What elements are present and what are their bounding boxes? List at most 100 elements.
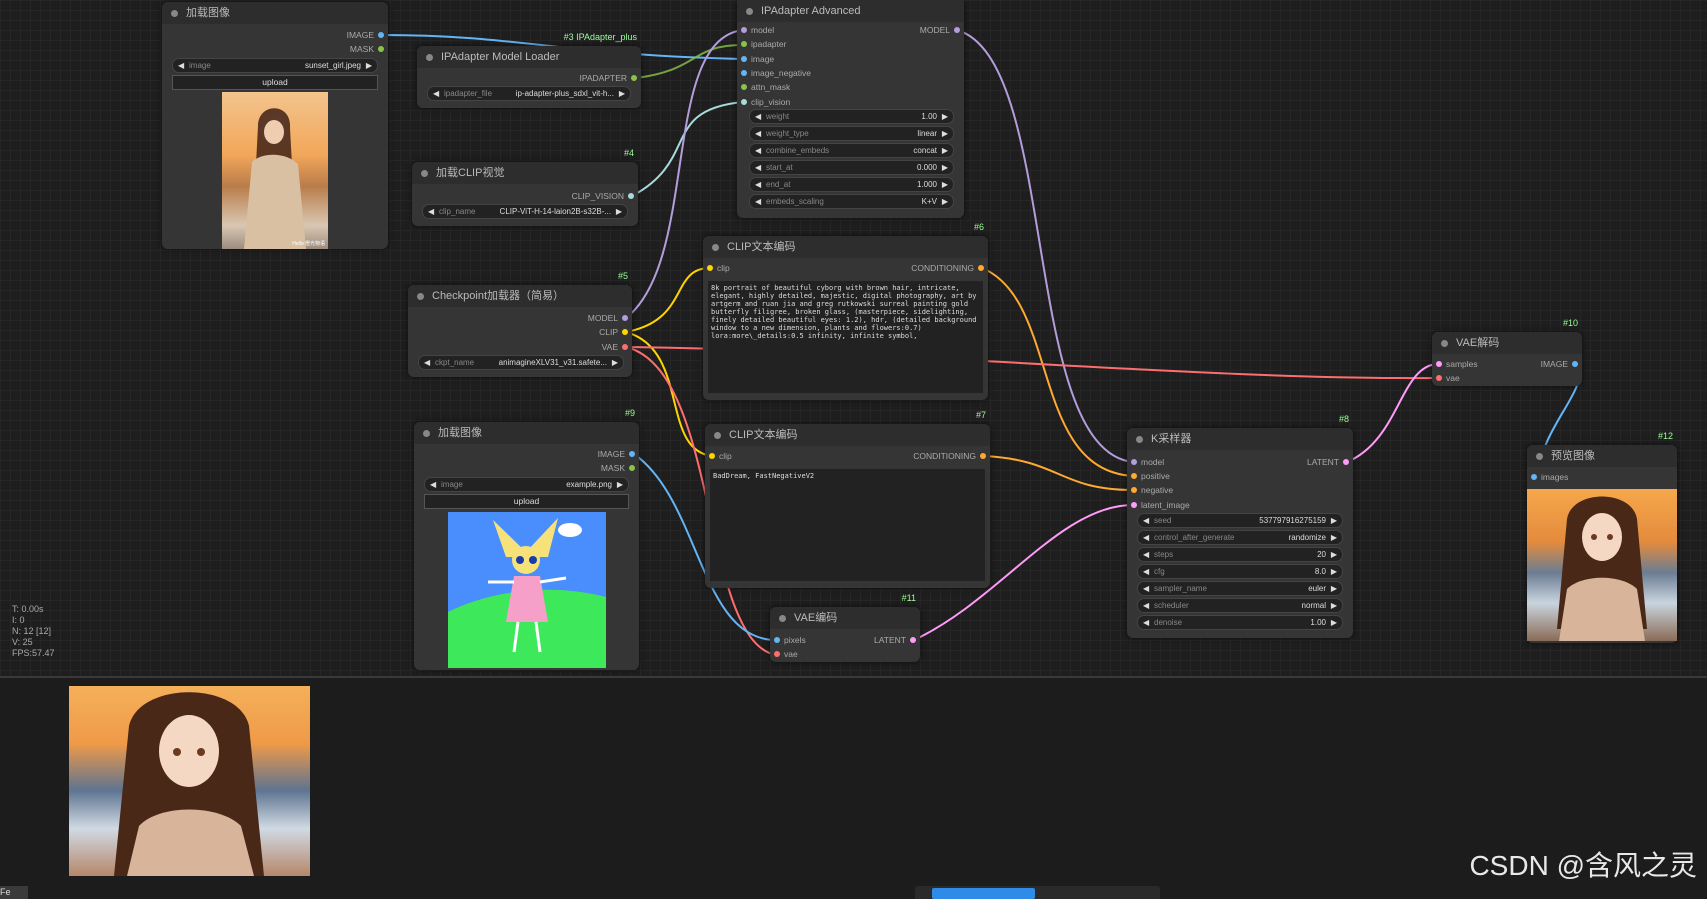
slot-dot-icon[interactable] [378, 32, 384, 38]
arrow-left-icon[interactable]: ◀ [428, 205, 434, 218]
arrow-right-icon[interactable]: ▶ [617, 478, 623, 491]
load-image-node-2[interactable]: #9 加载图像 IMAGE MASK ◀ image example.png ▶ up… [414, 408, 639, 670]
node-graph-canvas[interactable]: 加载图像 IMAGE MASK ◀ image sunset_girl.jpeg ▶ … [0, 0, 1707, 676]
input-vae[interactable]: vae [770, 648, 798, 660]
clip-text-encode-positive-node[interactable]: #6 CLIP文本编码 clip CONDITIONING 8k portrai… [703, 222, 988, 400]
arrow-left-icon[interactable]: ◀ [1143, 531, 1149, 544]
slot-dot-icon[interactable] [1131, 473, 1137, 479]
collapse-dot-icon[interactable] [421, 170, 428, 177]
slot-dot-icon[interactable] [378, 46, 384, 52]
output-clip-vision[interactable]: CLIP_VISION [572, 190, 638, 202]
control-after-generate-widget[interactable]: ◀ control_after_generate randomize ▶ [1137, 530, 1343, 545]
input-model[interactable]: model [737, 24, 774, 36]
slot-dot-icon[interactable] [1531, 474, 1537, 480]
output-mask[interactable]: MASK [601, 462, 639, 474]
arrow-right-icon[interactable]: ▶ [942, 144, 948, 157]
ipadapter-advanced-node[interactable]: IPAdapter Advanced model ipadapter image… [737, 0, 964, 218]
arrow-left-icon[interactable]: ◀ [1143, 548, 1149, 561]
node-title[interactable]: VAE解码 [1432, 332, 1582, 354]
node-title[interactable]: K采样器 [1127, 428, 1353, 450]
slot-dot-icon[interactable] [741, 99, 747, 105]
slot-dot-icon[interactable] [774, 651, 780, 657]
embeds-scaling-widget[interactable]: ◀ embeds_scaling K+V ▶ [749, 194, 954, 209]
ipadapter-model-loader-node[interactable]: #3 IPAdapter_plus IPAdapter Model Loader… [417, 32, 641, 108]
node-title[interactable]: 加载CLIP视觉 [412, 162, 638, 184]
arrow-right-icon[interactable]: ▶ [1331, 548, 1337, 561]
slot-dot-icon[interactable] [741, 27, 747, 33]
collapse-dot-icon[interactable] [426, 54, 433, 61]
node-title[interactable]: 加载图像 [414, 422, 639, 444]
arrow-left-icon[interactable]: ◀ [1143, 616, 1149, 629]
prompt-textarea[interactable]: BadDream, FastNegativeV2 [710, 469, 985, 581]
input-clip-vision[interactable]: clip_vision [737, 96, 790, 108]
cfg-widget[interactable]: ◀ cfg 8.0 ▶ [1137, 564, 1343, 579]
input-attn-mask[interactable]: attn_mask [737, 81, 790, 93]
slot-dot-icon[interactable] [741, 41, 747, 47]
slot-dot-icon[interactable] [741, 70, 747, 76]
image-combo[interactable]: ◀ image example.png ▶ [424, 477, 629, 492]
arrow-right-icon[interactable]: ▶ [942, 110, 948, 123]
queue-bar[interactable] [915, 886, 1160, 899]
arrow-left-icon[interactable]: ◀ [178, 59, 184, 72]
slot-dot-icon[interactable] [978, 265, 984, 271]
input-clip[interactable]: clip [705, 450, 732, 462]
collapse-dot-icon[interactable] [1136, 436, 1143, 443]
arrow-left-icon[interactable]: ◀ [755, 195, 761, 208]
arrow-left-icon[interactable]: ◀ [424, 356, 430, 369]
input-positive[interactable]: positive [1127, 470, 1170, 482]
arrow-left-icon[interactable]: ◀ [1143, 565, 1149, 578]
upload-button[interactable]: upload [424, 494, 629, 509]
upload-button[interactable]: upload [172, 75, 378, 90]
slot-dot-icon[interactable] [709, 453, 715, 459]
arrow-right-icon[interactable]: ▶ [942, 161, 948, 174]
arrow-right-icon[interactable]: ▶ [619, 87, 625, 100]
start-at-widget[interactable]: ◀ start_at 0.000 ▶ [749, 160, 954, 175]
preview-image-node[interactable]: #12 预览图像 images [1527, 431, 1677, 643]
input-image[interactable]: image [737, 53, 774, 65]
image-combo[interactable]: ◀ image sunset_girl.jpeg ▶ [172, 58, 378, 73]
arrow-right-icon[interactable]: ▶ [1331, 616, 1337, 629]
output-mask[interactable]: MASK [350, 43, 388, 55]
input-model[interactable]: model [1127, 456, 1164, 468]
slot-dot-icon[interactable] [628, 193, 634, 199]
slot-dot-icon[interactable] [1131, 459, 1137, 465]
node-title[interactable]: IPAdapter Advanced [737, 0, 964, 22]
input-image-negative[interactable]: image_negative [737, 67, 811, 79]
collapse-dot-icon[interactable] [746, 8, 753, 15]
input-vae[interactable]: vae [1432, 372, 1460, 384]
output-conditioning[interactable]: CONDITIONING [913, 450, 990, 462]
arrow-right-icon[interactable]: ▶ [1331, 565, 1337, 578]
ckpt-name-combo[interactable]: ◀ ckpt_name animagineXLV31_v31.safete... ▶ [418, 355, 624, 370]
prompt-textarea[interactable]: 8k portrait of beautiful cyborg with bro… [708, 281, 983, 393]
arrow-right-icon[interactable]: ▶ [1331, 599, 1337, 612]
vae-encode-node[interactable]: #11 VAE编码 pixels vae LATENT [770, 593, 920, 662]
collapse-dot-icon[interactable] [1441, 340, 1448, 347]
output-image[interactable]: IMAGE [347, 29, 388, 41]
arrow-left-icon[interactable]: ◀ [430, 478, 436, 491]
weight-type-widget[interactable]: ◀ weight_type linear ▶ [749, 126, 954, 141]
input-clip[interactable]: clip [703, 262, 730, 274]
node-title[interactable]: VAE编码 [770, 607, 920, 629]
node-title[interactable]: IPAdapter Model Loader [417, 46, 641, 68]
arrow-left-icon[interactable]: ◀ [755, 127, 761, 140]
arrow-left-icon[interactable]: ◀ [1143, 582, 1149, 595]
slot-dot-icon[interactable] [1572, 361, 1578, 367]
input-samples[interactable]: samples [1432, 358, 1478, 370]
input-images[interactable]: images [1527, 471, 1568, 483]
input-pixels[interactable]: pixels [770, 634, 806, 646]
clip-name-combo[interactable]: ◀ clip_name CLIP-ViT-H-14-laion2B-s32B-...… [422, 204, 628, 219]
denoise-widget[interactable]: ◀ denoise 1.00 ▶ [1137, 615, 1343, 630]
arrow-left-icon[interactable]: ◀ [755, 144, 761, 157]
node-title[interactable]: CLIP文本编码 [703, 236, 988, 258]
queue-button[interactable] [932, 888, 1035, 899]
input-ipadapter[interactable]: ipadapter [737, 38, 786, 50]
arrow-left-icon[interactable]: ◀ [433, 87, 439, 100]
checkpoint-loader-node[interactable]: #5 Checkpoint加载器（简易） MODEL CLIP VAE ◀ ckp… [408, 271, 632, 377]
clip-text-encode-negative-node[interactable]: #7 CLIP文本编码 clip CONDITIONING BadDream, … [705, 410, 990, 588]
collapse-dot-icon[interactable] [714, 432, 721, 439]
slot-dot-icon[interactable] [631, 75, 637, 81]
input-negative[interactable]: negative [1127, 484, 1173, 496]
arrow-left-icon[interactable]: ◀ [755, 178, 761, 191]
arrow-right-icon[interactable]: ▶ [616, 205, 622, 218]
output-model[interactable]: MODEL [920, 24, 964, 36]
